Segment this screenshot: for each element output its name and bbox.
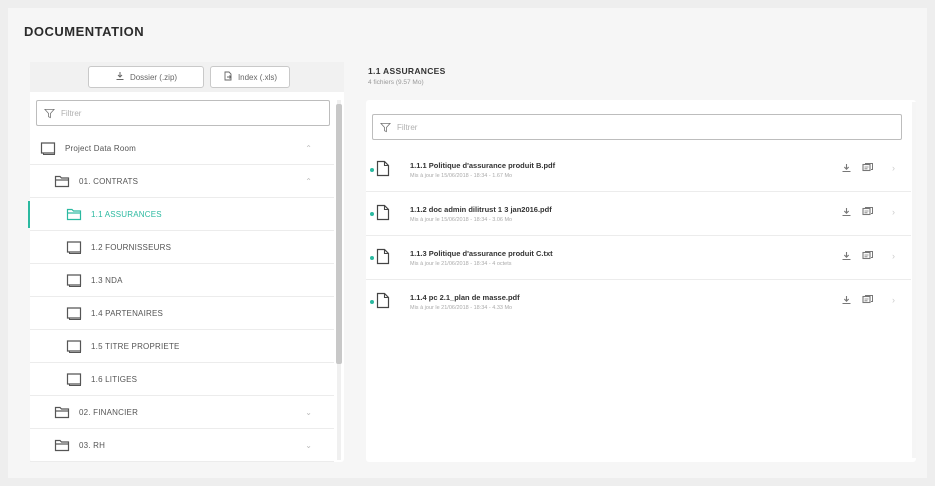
tree-item[interactable]: 02. FINANCIER ⌄ xyxy=(30,396,334,429)
file-filter-input[interactable] xyxy=(397,122,877,132)
export-file-icon xyxy=(223,71,233,83)
document-icon xyxy=(376,204,390,221)
tree-item-label: 1.2 FOURNISSEURS xyxy=(91,242,172,252)
file-name[interactable]: 1.1.3 Politique d'assurance produit C.tx… xyxy=(410,249,553,258)
tree-filter xyxy=(36,100,330,126)
file-filter xyxy=(372,114,902,140)
file-meta: Mis à jour le 15/06/2018 - 18:34 - 1.67 … xyxy=(410,173,513,179)
scrollbar-thumb[interactable] xyxy=(336,104,342,364)
file-list: 1.1.1 Politique d'assurance produit B.pd… xyxy=(366,148,911,324)
folder-subtitle: 4 fichiers (9.57 Mo) xyxy=(368,79,424,86)
tree-item[interactable]: 1.5 TITRE PROPRIETE xyxy=(30,330,334,363)
file-row[interactable]: 1.1.2 doc admin dilitrust 1 3 jan2016.pd… xyxy=(366,192,911,236)
folder-closed-icon xyxy=(66,372,82,386)
chevron-right-icon[interactable]: › xyxy=(892,251,895,261)
file-name[interactable]: 1.1.2 doc admin dilitrust 1 3 jan2016.pd… xyxy=(410,205,552,214)
tree-item[interactable]: 1.2 FOURNISSEURS xyxy=(30,231,334,264)
download-index-button[interactable]: Index (.xls) xyxy=(210,66,290,88)
chevron-up-icon[interactable]: ⌃ xyxy=(305,177,312,186)
file-name[interactable]: 1.1.1 Politique d'assurance produit B.pd… xyxy=(410,161,555,170)
document-icon xyxy=(376,248,390,265)
download-icon[interactable] xyxy=(841,207,852,217)
folder-title: 1.1 ASSURANCES xyxy=(368,66,446,76)
folder-closed-icon xyxy=(66,306,82,320)
tree-item-label: 1.1 ASSURANCES xyxy=(91,209,162,219)
tree-item[interactable]: 1.3 NDA xyxy=(30,264,334,297)
tree-item-label: 02. FINANCIER xyxy=(79,407,139,417)
tree-scrollbar[interactable] xyxy=(336,100,342,460)
file-row[interactable]: 1.1.3 Politique d'assurance produit C.tx… xyxy=(366,236,911,280)
file-row[interactable]: 1.1.4 pc 2.1_plan de masse.pdf Mis à jour… xyxy=(366,280,911,324)
folder-open-icon xyxy=(54,174,70,188)
tree-item[interactable]: 1.1 ASSURANCES xyxy=(28,198,334,231)
tree-item[interactable]: Project Data Room ⌃ xyxy=(30,132,334,165)
folder-closed-icon xyxy=(66,273,82,287)
folder-tree-panel: Dossier (.zip) Index (.xls) Project Data… xyxy=(28,62,344,462)
tree-item[interactable]: 1.6 LITIGES xyxy=(30,363,334,396)
tree-item-label: 1.5 TITRE PROPRIETE xyxy=(91,341,180,351)
download-icon xyxy=(115,71,125,83)
folder-tree: Project Data Room ⌃ 01. CONTRATS ⌃ 1.1 ASSUR… xyxy=(28,132,334,462)
download-icon[interactable] xyxy=(841,163,852,173)
folder-closed-icon xyxy=(40,141,56,155)
tree-filter-input[interactable] xyxy=(61,108,301,118)
filter-icon xyxy=(44,108,55,119)
tree-item-label: 1.4 PARTENAIRES xyxy=(91,308,164,318)
status-dot xyxy=(370,256,374,260)
filter-icon xyxy=(380,122,391,133)
file-actions: › xyxy=(841,163,895,173)
status-dot xyxy=(370,168,374,172)
file-info: 1.1.4 pc 2.1_plan de masse.pdf Mis à jour… xyxy=(410,293,520,311)
file-list-scrollbar[interactable] xyxy=(912,102,916,458)
chevron-down-icon[interactable]: ⌄ xyxy=(305,441,312,450)
folder-open-icon xyxy=(54,438,70,452)
download-index-label: Index (.xls) xyxy=(237,72,278,82)
document-icon xyxy=(376,292,390,309)
copy-icon[interactable] xyxy=(862,207,874,217)
document-icon xyxy=(376,160,390,177)
file-name[interactable]: 1.1.4 pc 2.1_plan de masse.pdf xyxy=(410,293,520,302)
tree-item[interactable]: 01. CONTRATS ⌃ xyxy=(30,165,334,198)
page-title: DOCUMENTATION xyxy=(24,24,145,39)
tree-item-label: 1.3 NDA xyxy=(91,275,123,285)
file-row[interactable]: 1.1.1 Politique d'assurance produit B.pd… xyxy=(366,148,911,192)
folder-open-icon xyxy=(54,405,70,419)
chevron-right-icon[interactable]: › xyxy=(892,295,895,305)
file-meta: Mis à jour le 21/06/2018 - 18:34 - 4 oct… xyxy=(410,261,512,267)
tree-item-label: 1.6 LITIGES xyxy=(91,374,138,384)
tree-item-label: Project Data Room xyxy=(65,143,136,153)
folder-closed-icon xyxy=(66,240,82,254)
download-toolbar: Dossier (.zip) Index (.xls) xyxy=(30,62,344,92)
copy-icon[interactable] xyxy=(862,251,874,261)
tree-item-label: 03. RH xyxy=(79,440,106,450)
file-actions: › xyxy=(841,207,895,217)
folder-header: 1.1 ASSURANCES 4 fichiers (9.57 Mo) xyxy=(368,66,446,86)
download-dossier-button[interactable]: Dossier (.zip) xyxy=(88,66,204,88)
file-list-panel: 1.1.1 Politique d'assurance produit B.pd… xyxy=(366,100,916,462)
file-actions: › xyxy=(841,295,895,305)
chevron-down-icon[interactable]: ⌄ xyxy=(305,408,312,417)
file-info: 1.1.2 doc admin dilitrust 1 3 jan2016.pd… xyxy=(410,205,552,223)
status-dot xyxy=(370,212,374,216)
download-icon[interactable] xyxy=(841,295,852,305)
copy-icon[interactable] xyxy=(862,295,874,305)
status-dot xyxy=(370,300,374,304)
copy-icon[interactable] xyxy=(862,163,874,173)
tree-item[interactable]: 03. RH ⌄ xyxy=(30,429,334,462)
download-icon[interactable] xyxy=(841,251,852,261)
chevron-right-icon[interactable]: › xyxy=(892,207,895,217)
file-meta: Mis à jour le 15/06/2018 - 18:34 - 3.06 … xyxy=(410,217,513,223)
tree-item-label: 01. CONTRATS xyxy=(79,176,139,186)
chevron-up-icon[interactable]: ⌃ xyxy=(305,144,312,153)
file-meta: Mis à jour le 21/06/2018 - 18:34 - 4.33 … xyxy=(410,305,513,311)
download-dossier-label: Dossier (.zip) xyxy=(129,72,178,82)
file-info: 1.1.3 Politique d'assurance produit C.tx… xyxy=(410,249,553,267)
tree-item[interactable]: 1.4 PARTENAIRES xyxy=(30,297,334,330)
chevron-right-icon[interactable]: › xyxy=(892,163,895,173)
file-info: 1.1.1 Politique d'assurance produit B.pd… xyxy=(410,161,555,179)
folder-open-icon xyxy=(66,207,82,221)
folder-closed-icon xyxy=(66,339,82,353)
file-actions: › xyxy=(841,251,895,261)
